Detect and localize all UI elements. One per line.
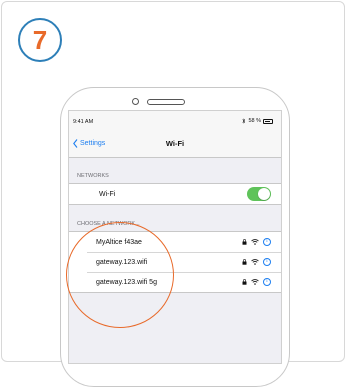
wifi-icon [251, 259, 259, 265]
network-list: MyAltice f43ae i gateway.123.wifi i gate… [69, 231, 281, 293]
nav-bar: Settings Wi-Fi [69, 131, 281, 158]
choose-network-header: CHOOSE A NETWORK... [77, 221, 140, 227]
status-bar: 9:41 AM 58 % [69, 111, 281, 131]
network-name: gateway.123.wifi [96, 258, 148, 266]
wifi-icon [251, 239, 259, 245]
network-row-gateway-5g[interactable]: gateway.123.wifi 5g i [69, 272, 281, 292]
network-icons: i [242, 278, 271, 286]
network-icons: i [242, 258, 271, 266]
earpiece-icon [147, 99, 185, 105]
network-name: gateway.123.wifi 5g [96, 278, 157, 286]
battery-icon [263, 118, 273, 124]
wifi-toggle[interactable] [247, 187, 271, 201]
wifi-toggle-group: Wi-Fi [69, 183, 281, 205]
status-right: 58 % [242, 118, 273, 124]
network-row-gateway[interactable]: gateway.123.wifi i [69, 252, 281, 272]
networks-header: NETWORKS [77, 173, 109, 179]
battery-percent: 58 % [248, 118, 261, 124]
info-icon[interactable]: i [263, 278, 271, 286]
network-icons: i [242, 238, 271, 246]
lock-icon [242, 239, 247, 245]
lock-icon [242, 279, 247, 285]
camera-icon [132, 98, 139, 105]
network-row-myaltice[interactable]: MyAltice f43ae i [69, 232, 281, 252]
status-time: 9:41 AM [73, 119, 94, 125]
wifi-label: Wi-Fi [99, 190, 116, 198]
network-name: MyAltice f43ae [96, 238, 142, 246]
step-badge: 7 [18, 18, 62, 62]
lock-icon [242, 259, 247, 265]
phone-screen: 9:41 AM 58 % Settings Wi-Fi NETWORKS Wi-… [68, 110, 282, 364]
toggle-knob [258, 188, 270, 200]
wifi-icon [251, 279, 259, 285]
info-icon[interactable]: i [263, 238, 271, 246]
step-number: 7 [32, 24, 48, 55]
page-title: Wi-Fi [165, 139, 185, 148]
bluetooth-icon [242, 118, 246, 124]
info-icon[interactable]: i [263, 258, 271, 266]
wifi-toggle-row: Wi-Fi [69, 184, 281, 204]
